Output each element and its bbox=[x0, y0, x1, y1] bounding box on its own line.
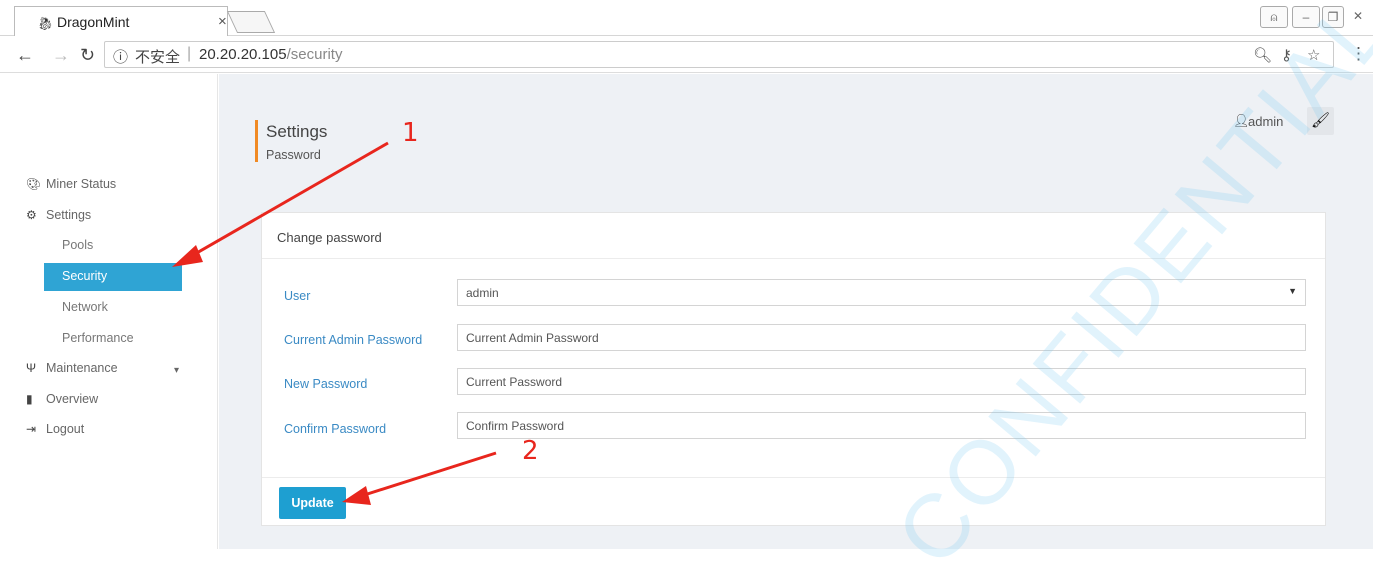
page-title: Settings bbox=[266, 122, 328, 141]
annotation-step-2: 2 bbox=[522, 436, 539, 466]
sign-out-icon: ⇥ bbox=[26, 422, 37, 436]
url-separator: | bbox=[187, 45, 192, 62]
dashboard-icon: 🎨︎ bbox=[26, 177, 42, 191]
tab-close-icon[interactable]: × bbox=[218, 13, 227, 30]
confirm-password-label: Confirm Password bbox=[284, 422, 387, 436]
profile-icon[interactable]: ⍝ bbox=[1260, 6, 1288, 28]
reload-icon[interactable]: ↻ bbox=[80, 45, 95, 66]
cogs-icon: ⚙ bbox=[26, 208, 37, 222]
sidebar: 🎨︎ Miner Status ⚙ Settings Pools Security … bbox=[0, 74, 218, 549]
confirm-password-input[interactable] bbox=[457, 412, 1306, 439]
user-select-value: admin bbox=[466, 286, 499, 300]
page-subtitle: Password bbox=[266, 148, 321, 162]
sidebar-item-label: Maintenance bbox=[46, 361, 118, 375]
sidebar-item-network[interactable]: Network bbox=[62, 300, 108, 314]
sidebar-item-label: Overview bbox=[46, 392, 99, 406]
tab-title: DragonMint bbox=[57, 14, 130, 30]
security-label: 不安全 bbox=[135, 49, 181, 66]
dragon-favicon-icon: 🐉︎ bbox=[37, 16, 54, 31]
address-bar-row: ← → ↻ ⓘ 不安全 | 20.20.20.105/security 🔍︎ ⚷… bbox=[0, 37, 1373, 73]
current-password-input[interactable] bbox=[457, 324, 1306, 351]
title-accent-bar bbox=[255, 120, 258, 162]
sidebar-item-performance[interactable]: Performance bbox=[62, 331, 134, 345]
sidebar-item-label: Settings bbox=[46, 208, 92, 222]
annotation-step-1: 1 bbox=[402, 118, 419, 148]
user-label: User bbox=[284, 289, 311, 303]
info-icon[interactable]: ⓘ bbox=[113, 46, 128, 67]
card-footer-divider bbox=[262, 477, 1325, 478]
new-password-input[interactable] bbox=[457, 368, 1306, 395]
new-password-label: New Password bbox=[284, 377, 368, 391]
browser-tab[interactable]: 🐉︎ DragonMint × bbox=[14, 6, 228, 36]
sidebar-item-settings[interactable]: ⚙ Settings bbox=[26, 208, 91, 222]
chevron-down-icon[interactable]: ▾ bbox=[174, 365, 179, 376]
select-arrow-icon: ▼ bbox=[1288, 286, 1297, 296]
sidebar-item-maintenance[interactable]: Ψ Maintenance bbox=[26, 361, 118, 375]
omnibox[interactable]: ⓘ 不安全 | 20.20.20.105/security 🔍︎ ⚷ ☆ bbox=[104, 41, 1334, 68]
url-path: /security bbox=[286, 46, 343, 63]
sidebar-item-pools[interactable]: Pools bbox=[62, 238, 93, 252]
back-icon[interactable]: ← bbox=[16, 45, 34, 66]
sidebar-item-overview[interactable]: ▮ Overview bbox=[26, 392, 98, 406]
book-icon: ▮ bbox=[26, 392, 33, 406]
sidebar-item-security[interactable]: Security bbox=[44, 263, 182, 291]
url-text[interactable]: 20.20.20.105/security bbox=[199, 46, 342, 63]
sidebar-item-logout[interactable]: ⇥ Logout bbox=[26, 422, 84, 436]
update-button[interactable]: Update bbox=[279, 487, 346, 519]
card-title: Change password bbox=[277, 230, 382, 245]
sidebar-item-label: Logout bbox=[46, 422, 85, 436]
plug-icon: Ψ bbox=[26, 361, 37, 375]
forward-icon[interactable]: → bbox=[52, 45, 70, 66]
browser-tab-strip: 🐉︎ DragonMint × ⍝ – ❐ ✕ bbox=[0, 0, 1373, 36]
sidebar-item-label: Miner Status bbox=[46, 177, 117, 191]
current-password-label: Current Admin Password bbox=[284, 333, 423, 347]
url-host: 20.20.20.105 bbox=[199, 46, 287, 63]
new-tab-button[interactable] bbox=[226, 11, 276, 33]
sidebar-item-miner-status[interactable]: 🎨︎ Miner Status bbox=[26, 177, 116, 191]
